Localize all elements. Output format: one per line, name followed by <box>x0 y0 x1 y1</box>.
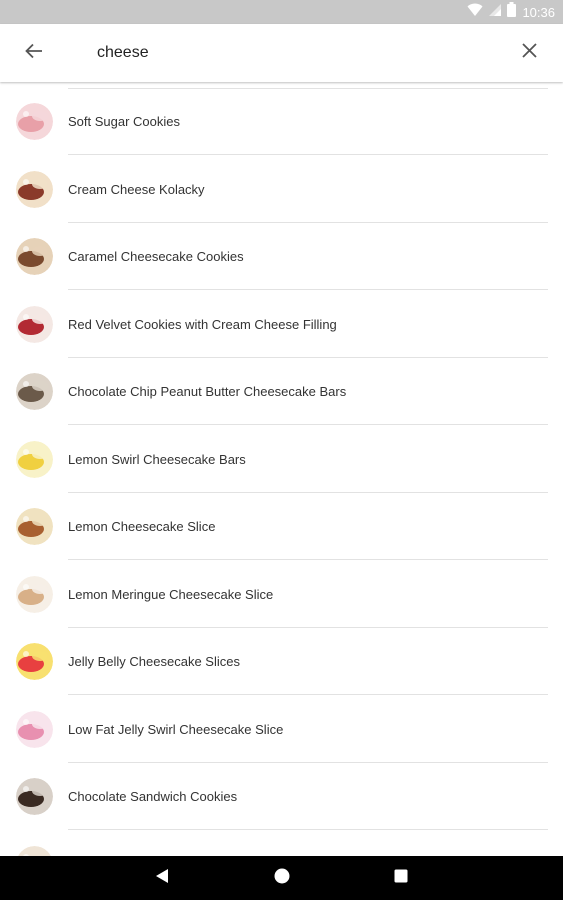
nav-home-button[interactable] <box>270 866 294 890</box>
recipe-thumbnail <box>16 305 53 343</box>
recipe-thumbnail <box>16 508 53 545</box>
search-app-bar <box>0 24 563 82</box>
status-icons: 10:36 <box>467 0 555 24</box>
status-time: 10:36 <box>522 4 555 20</box>
wifi-icon <box>467 3 483 22</box>
recipe-title: Lemon Cheesecake Slice <box>68 519 216 534</box>
list-item[interactable]: Lemon Swirl Cheesecake Bars <box>0 426 563 493</box>
recipe-thumbnail <box>16 170 53 208</box>
recipe-title: Caramel Cheesecake Cookies <box>68 249 244 264</box>
nav-back-button[interactable] <box>150 866 174 890</box>
recipe-title: Lemon Swirl Cheesecake Bars <box>68 451 246 467</box>
home-circle-icon <box>274 868 290 889</box>
recipe-title: Low Fat Jelly Swirl Cheesecake Slice <box>68 721 284 737</box>
list-item[interactable]: Chocolate Chip Peanut Butter Cheesecake … <box>0 358 563 425</box>
list-item[interactable]: Jelly Belly Cheesecake Slices <box>0 628 563 695</box>
nav-recents-button[interactable] <box>389 866 413 890</box>
list-item[interactable]: Red Velvet Cookies with Cream Cheese Fil… <box>0 291 563 358</box>
recipe-thumbnail <box>16 845 53 856</box>
recipe-title: Chocolate Sandwich Cookies <box>68 789 238 804</box>
list-item[interactable]: Lemon Cheesecake Slice <box>0 493 563 560</box>
recipe-thumbnail <box>16 778 53 815</box>
list-item[interactable] <box>0 831 563 856</box>
back-triangle-icon <box>155 868 169 889</box>
close-icon <box>521 43 537 63</box>
cell-signal-icon <box>489 3 502 21</box>
list-item[interactable]: Lemon Meringue Cheesecake Slice <box>0 561 563 628</box>
recipe-title: Cream Cheese Kolacky <box>68 181 205 197</box>
search-input[interactable] <box>97 39 477 67</box>
clear-search-button[interactable] <box>513 37 545 69</box>
navigation-bar <box>0 856 563 900</box>
recipe-thumbnail <box>16 575 53 613</box>
recents-square-icon <box>394 869 408 888</box>
list-item[interactable]: Soft Sugar Cookies <box>0 88 563 155</box>
recipe-title: Red Velvet Cookies with Cream Cheese Fil… <box>68 316 337 332</box>
recipe-thumbnail <box>16 440 53 478</box>
battery-icon <box>507 2 517 22</box>
arrow-left-icon <box>25 42 43 65</box>
recipe-title: Chocolate Chip Peanut Butter Cheesecake … <box>68 384 347 399</box>
list-item[interactable]: Chocolate Sandwich Cookies <box>0 763 563 830</box>
list-item[interactable]: Cream Cheese Kolacky <box>0 156 563 223</box>
recipe-thumbnail <box>16 710 53 748</box>
back-button[interactable] <box>18 37 50 69</box>
recipe-title: Lemon Meringue Cheesecake Slice <box>68 586 274 602</box>
search-results-list[interactable]: Soft Sugar Cookies Cream Cheese Kolacky Ca… <box>0 82 563 856</box>
recipe-thumbnail <box>16 373 53 410</box>
recipe-title: Jelly Belly Cheesecake Slices <box>68 654 240 669</box>
list-item[interactable]: Low Fat Jelly Swirl Cheesecake Slice <box>0 696 563 763</box>
recipe-thumbnail <box>16 103 53 140</box>
status-bar: 10:36 <box>0 0 563 24</box>
recipe-thumbnail <box>16 643 53 680</box>
list-item[interactable]: Caramel Cheesecake Cookies <box>0 223 563 290</box>
recipe-title: Soft Sugar Cookies <box>68 114 181 129</box>
recipe-thumbnail <box>16 238 53 275</box>
